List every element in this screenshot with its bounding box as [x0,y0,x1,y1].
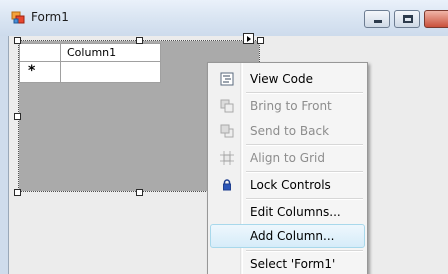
menu-separator [246,144,363,146]
menu-item-label: Select 'Form1' [250,257,336,271]
smart-tag-arrow-icon [247,36,251,42]
window-title: Form1 [31,10,69,24]
resize-handle-top[interactable] [136,37,143,44]
menu-item-add-column[interactable]: Add Column... [210,224,365,248]
menu-item-select-form[interactable]: Select 'Form1' [210,252,365,274]
menu-separator [246,171,363,173]
menu-item-label: Edit Columns... [250,205,341,219]
resize-handle-bottom[interactable] [136,189,143,196]
menu-separator [246,92,363,94]
menu-item-label: Add Column... [250,229,335,243]
menu-item-label: Bring to Front [250,99,332,113]
resize-handle-bottom-left[interactable] [14,189,21,196]
resize-handle-top-left[interactable] [14,37,21,44]
align-to-grid-icon [220,151,234,165]
form-app-icon [11,11,25,24]
menu-item-lock-controls[interactable]: Lock Controls [210,173,365,197]
maximize-icon [403,15,413,23]
minimize-button[interactable] [364,10,390,28]
window-titlebar[interactable]: Form1 [0,0,448,36]
close-button[interactable] [424,10,448,28]
menu-item-view-code[interactable]: View Code [210,67,365,91]
menu-separator [246,198,363,200]
menu-item-label: View Code [250,72,314,86]
menu-item-edit-columns[interactable]: Edit Columns... [210,200,365,224]
smart-tag-button[interactable] [243,33,254,44]
resize-handle-top-right[interactable] [257,37,264,44]
lock-icon [223,179,231,191]
maximize-button[interactable] [394,10,420,28]
view-code-icon [220,72,234,86]
menu-item-label: Align to Grid [250,151,325,165]
menu-separator [246,250,363,252]
minimize-icon [374,20,382,23]
menu-item-align-to-grid[interactable]: Align to Grid [210,146,365,170]
menu-item-label: Send to Back [250,124,330,138]
menu-item-label: Lock Controls [250,178,331,192]
menu-item-send-to-back[interactable]: Send to Back [210,119,365,143]
send-to-back-icon [220,124,234,138]
bring-to-front-icon [220,99,234,113]
context-menu[interactable]: View Code Bring to Front Send to Back Al… [207,62,368,274]
menu-item-bring-to-front[interactable]: Bring to Front [210,94,365,118]
resize-handle-left[interactable] [14,113,21,120]
